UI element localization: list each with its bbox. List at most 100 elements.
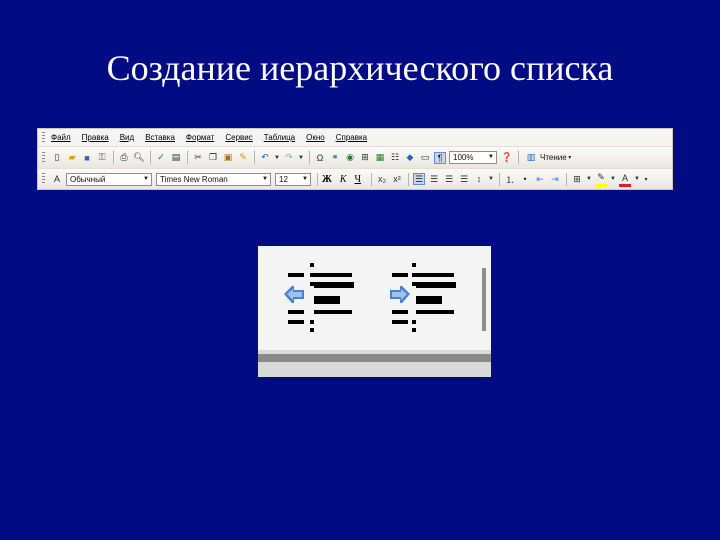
- zoomed-indent-buttons: [258, 246, 491, 377]
- menu-file[interactable]: Файл: [51, 133, 71, 142]
- toolbar-options-icon[interactable]: ▾: [567, 152, 573, 164]
- copy-icon[interactable]: ❐: [207, 152, 219, 164]
- align-right-icon[interactable]: ☰: [443, 173, 455, 185]
- print-preview-icon[interactable]: 🔍︎: [133, 152, 145, 164]
- toolbar-options-icon[interactable]: ▾: [643, 173, 649, 185]
- font-value: Times New Roman: [160, 174, 228, 184]
- underline-button[interactable]: Ч: [355, 174, 362, 185]
- chevron-down-icon[interactable]: ▼: [586, 173, 592, 185]
- redo-icon[interactable]: ↷: [283, 152, 295, 164]
- document-map-icon[interactable]: ▭: [419, 152, 431, 164]
- style-combo[interactable]: Обычный ▼: [66, 172, 152, 186]
- justify-icon[interactable]: ☰: [458, 173, 470, 185]
- paste-icon[interactable]: ▣: [222, 152, 234, 164]
- menu-bar: Файл Правка Вид Вставка Формат Сервис Та…: [38, 129, 672, 147]
- toolbar-separator: [113, 151, 114, 164]
- decrease-indent-icon[interactable]: ⇤: [534, 173, 546, 185]
- toolbar-separator: [482, 268, 486, 331]
- font-size-value: 12: [279, 174, 288, 184]
- decrease-indent-icon: [284, 263, 354, 332]
- increase-indent-icon[interactable]: ⇥: [549, 173, 561, 185]
- bold-button[interactable]: Ж: [322, 174, 332, 185]
- menu-view[interactable]: Вид: [120, 133, 134, 142]
- open-folder-icon[interactable]: ▰: [66, 152, 78, 164]
- toolbar-separator: [566, 172, 568, 186]
- columns-icon[interactable]: ☷: [389, 152, 401, 164]
- toolbar-grip[interactable]: [42, 173, 45, 185]
- menu-insert[interactable]: Вставка: [145, 133, 175, 142]
- spelling-icon[interactable]: ✓: [155, 152, 167, 164]
- toolbar-separator: [150, 151, 151, 164]
- style-value: Обычный: [70, 174, 106, 184]
- permission-icon[interactable]: ⚿: [96, 152, 108, 164]
- divider: [258, 354, 491, 362]
- toolbar-separator: [408, 172, 410, 186]
- font-color-icon[interactable]: A: [619, 172, 632, 187]
- chevron-down-icon: ▼: [302, 175, 308, 182]
- format-painter-icon[interactable]: ✎: [237, 152, 249, 164]
- cut-icon[interactable]: ✂: [192, 152, 204, 164]
- undo-icon[interactable]: ↶: [259, 152, 271, 164]
- toolbar-separator: [309, 151, 310, 164]
- research-icon[interactable]: ▤: [170, 152, 182, 164]
- word-toolbars-screenshot: Файл Правка Вид Вставка Формат Сервис Та…: [37, 128, 673, 190]
- print-icon[interactable]: ⎙: [118, 152, 130, 164]
- italic-button[interactable]: К: [340, 174, 347, 185]
- subscript-icon[interactable]: x₂: [376, 173, 388, 185]
- superscript-icon[interactable]: x²: [391, 173, 403, 185]
- hyperlink-icon[interactable]: ⚭: [329, 152, 341, 164]
- chevron-down-icon[interactable]: ▼: [298, 152, 304, 164]
- increase-indent-button[interactable]: [386, 260, 466, 338]
- zoom-value: 100%: [453, 153, 474, 162]
- numbering-icon[interactable]: ⒈: [504, 173, 516, 185]
- help-icon[interactable]: ❓: [501, 152, 513, 164]
- chevron-down-icon: ▼: [488, 154, 494, 160]
- menu-format[interactable]: Формат: [186, 133, 214, 142]
- zoom-combo[interactable]: 100% ▼: [449, 151, 497, 164]
- toolbar-separator: [187, 151, 188, 164]
- align-left-icon[interactable]: ☰: [413, 173, 426, 185]
- line-spacing-icon[interactable]: ↕: [473, 173, 485, 185]
- toolbar-separator: [499, 172, 501, 186]
- chevron-down-icon: ▼: [143, 175, 149, 182]
- save-icon[interactable]: ■: [81, 152, 93, 164]
- read-button[interactable]: ▥ Чтение: [525, 152, 567, 164]
- decrease-indent-button[interactable]: [284, 260, 364, 338]
- bullets-icon[interactable]: •: [519, 173, 531, 185]
- tables-borders-icon[interactable]: ◉: [344, 152, 356, 164]
- formatting-toolbar: A Обычный ▼ Times New Roman ▼ 12 ▼ Ж К Ч…: [38, 168, 672, 189]
- slide-title: Создание иерархического списка: [106, 48, 614, 88]
- chevron-down-icon[interactable]: ▼: [274, 152, 280, 164]
- toolbar-separator: [317, 172, 318, 186]
- chevron-down-icon[interactable]: ▼: [610, 173, 616, 185]
- styles-pane-icon[interactable]: A: [51, 173, 63, 185]
- drawing-icon[interactable]: ◆: [404, 152, 416, 164]
- toolbar-separator: [518, 151, 519, 164]
- font-size-combo[interactable]: 12 ▼: [275, 172, 311, 186]
- toolbar-grip[interactable]: [42, 151, 45, 164]
- menu-window[interactable]: Окно: [306, 133, 325, 142]
- toolbar-separator: [371, 172, 373, 186]
- font-combo[interactable]: Times New Roman ▼: [156, 172, 271, 186]
- standard-toolbar: ▯ ▰ ■ ⚿ ⎙ 🔍︎ ✓ ▤ ✂ ❐ ▣ ✎ ↶ ▼ ↷ ▼ Ω ⚭ ◉ ⊞…: [38, 147, 672, 168]
- read-icon: ▥: [526, 152, 536, 162]
- menu-help[interactable]: Справка: [336, 133, 367, 142]
- align-center-icon[interactable]: ☰: [428, 173, 440, 185]
- show-hide-formatting-icon[interactable]: ¶: [434, 151, 446, 164]
- menu-table[interactable]: Таблица: [264, 133, 295, 142]
- increase-indent-icon: [390, 263, 456, 332]
- borders-icon[interactable]: ⊞: [571, 173, 583, 185]
- chevron-down-icon[interactable]: ▼: [634, 173, 640, 185]
- chevron-down-icon: ▼: [262, 175, 268, 182]
- highlight-icon[interactable]: ✎: [595, 172, 608, 187]
- insert-table-icon[interactable]: ⊞: [359, 152, 371, 164]
- insert-excel-icon[interactable]: ▦: [374, 152, 386, 164]
- chevron-down-icon[interactable]: ▼: [488, 173, 494, 185]
- toolbar-separator: [254, 151, 255, 164]
- menu-edit[interactable]: Правка: [82, 133, 109, 142]
- menu-tools[interactable]: Сервис: [225, 133, 252, 142]
- new-document-icon[interactable]: ▯: [51, 152, 63, 164]
- toolbar-grip[interactable]: [42, 131, 45, 144]
- symbol-omega-icon[interactable]: Ω: [314, 152, 326, 164]
- read-label: Чтение: [540, 153, 567, 162]
